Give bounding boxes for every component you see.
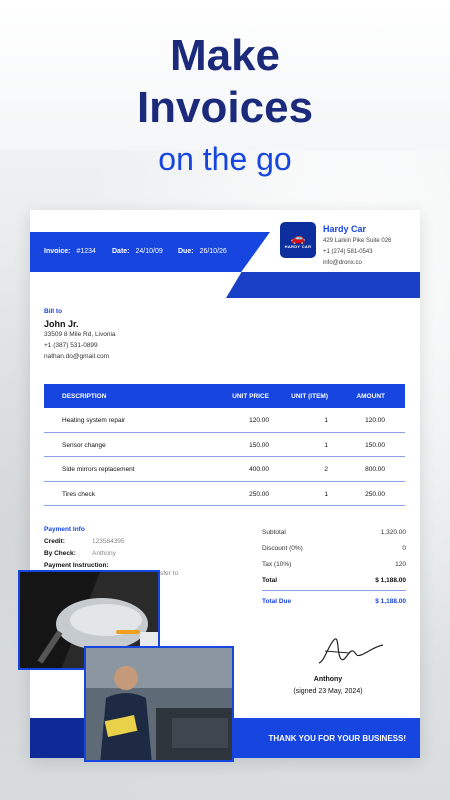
row-description: Sensor change: [62, 441, 106, 449]
total-label: Total: [262, 577, 278, 584]
payment-instruction-value: sfer to: [160, 570, 179, 577]
invoice-number: Invoice: #1234: [44, 248, 96, 255]
headline: Make Invoices: [0, 30, 450, 134]
header-band-accent: [226, 272, 420, 298]
header-amount: AMOUNT: [356, 393, 385, 400]
payment-info-title: Payment Info: [44, 526, 85, 533]
client-name: John Jr.: [44, 319, 79, 329]
logo-text: HARDY CAR: [284, 243, 312, 249]
row-unit-item: 1: [324, 417, 328, 424]
signed-date: (signed 23 May, 2024): [293, 688, 363, 695]
row-description: Heating system repair: [62, 417, 126, 424]
headline-line-2: Invoices: [136, 83, 314, 132]
total-due-label: Total Due: [262, 598, 292, 605]
row-description: Side mirrors replacement: [62, 466, 135, 473]
subtotal-value: 1,320.00: [380, 529, 406, 536]
line-items-table: DESCRIPTION UNIT PRICE UNIT (ITEM) AMOUN…: [44, 384, 405, 506]
table-header: DESCRIPTION UNIT PRICE UNIT (ITEM) AMOUN…: [44, 384, 405, 408]
total-due-value: $ 1,188.00: [375, 598, 406, 605]
company-phone: +1 (274) 581-0543: [323, 249, 373, 255]
invoice-date-value: 24/10/09: [135, 248, 163, 255]
credit-value: 123584395: [92, 538, 125, 545]
check-value: Anthony: [92, 550, 116, 557]
row-unit-item: 2: [324, 466, 328, 473]
row-description: Tires check: [62, 490, 95, 498]
row-amount: 150.00: [365, 441, 385, 449]
row-unit-item: 1: [324, 490, 328, 498]
invoice-date: Date: 24/10/09: [112, 248, 163, 255]
mechanic-illustration: [86, 648, 232, 760]
company-logo: 🚗 HARDY CAR: [280, 222, 316, 258]
row-amount: 800.00: [365, 466, 385, 473]
client-address: 33509 8 Mile Rd, Livonia: [44, 331, 116, 338]
invoice-date-label: Date:: [112, 248, 130, 255]
header-unit-price: UNIT PRICE: [232, 393, 269, 400]
client-phone: +1 (387) 531-0899: [44, 342, 98, 349]
row-amount: 120.00: [365, 417, 385, 424]
table-row: Sensor change 150.00 1 150.00: [44, 433, 405, 457]
subtotal-label: Subtotal: [262, 529, 286, 536]
row-unit-price: 150.00: [249, 441, 269, 449]
company-email: info@dronx.co: [323, 260, 362, 266]
signer-name: Anthony: [313, 676, 343, 683]
invoice-due: Due: 26/10/26: [178, 248, 227, 255]
tax-value: 120: [395, 561, 406, 568]
car-icon: 🚗: [290, 230, 306, 245]
mechanic-photo: [84, 646, 234, 762]
table-row: Tires check 250.00 1 250.00: [44, 482, 405, 506]
header-description: DESCRIPTION: [62, 393, 107, 400]
signature-image: [318, 638, 384, 664]
company-name: Hardy Car: [323, 224, 367, 234]
payment-instruction-label: Payment Instruction:: [44, 562, 109, 569]
company-address: 429 Larkin Pike Suite 026: [323, 238, 392, 244]
header-unit-item: UNIT (ITEM): [291, 393, 328, 400]
invoice-number-label: Invoice:: [44, 248, 71, 255]
row-unit-price: 400.00: [249, 466, 269, 473]
bill-to-title: Bill to: [44, 308, 63, 315]
thank-you-text: THANK YOU FOR YOUR BUSINESS!: [268, 734, 407, 743]
tax-label: Tax (10%): [262, 561, 292, 568]
total-value: $ 1,188.00: [375, 577, 406, 584]
headline-subtitle: on the go: [158, 141, 292, 177]
client-email: nathan.do@gmail.com: [44, 353, 110, 360]
row-amount: 250.00: [365, 490, 385, 498]
row-unit-item: 1: [324, 441, 328, 449]
table-row: Heating system repair 120.00 1 120.00: [44, 408, 405, 433]
invoice-due-label: Due:: [178, 248, 194, 255]
row-unit-price: 120.00: [249, 417, 269, 424]
summary-divider: [262, 590, 406, 591]
discount-value: 0: [402, 545, 406, 552]
check-label: By Check:: [44, 550, 76, 557]
invoice-due-value: 26/10/26: [199, 248, 227, 255]
table-row: Side mirrors replacement 400.00 2 800.00: [44, 457, 405, 482]
discount-label: Discount (0%): [262, 545, 303, 552]
invoice-number-value: #1234: [76, 248, 96, 255]
headline-line-1: Make: [169, 31, 281, 80]
credit-label: Credit:: [44, 538, 65, 545]
row-unit-price: 250.00: [249, 490, 269, 498]
